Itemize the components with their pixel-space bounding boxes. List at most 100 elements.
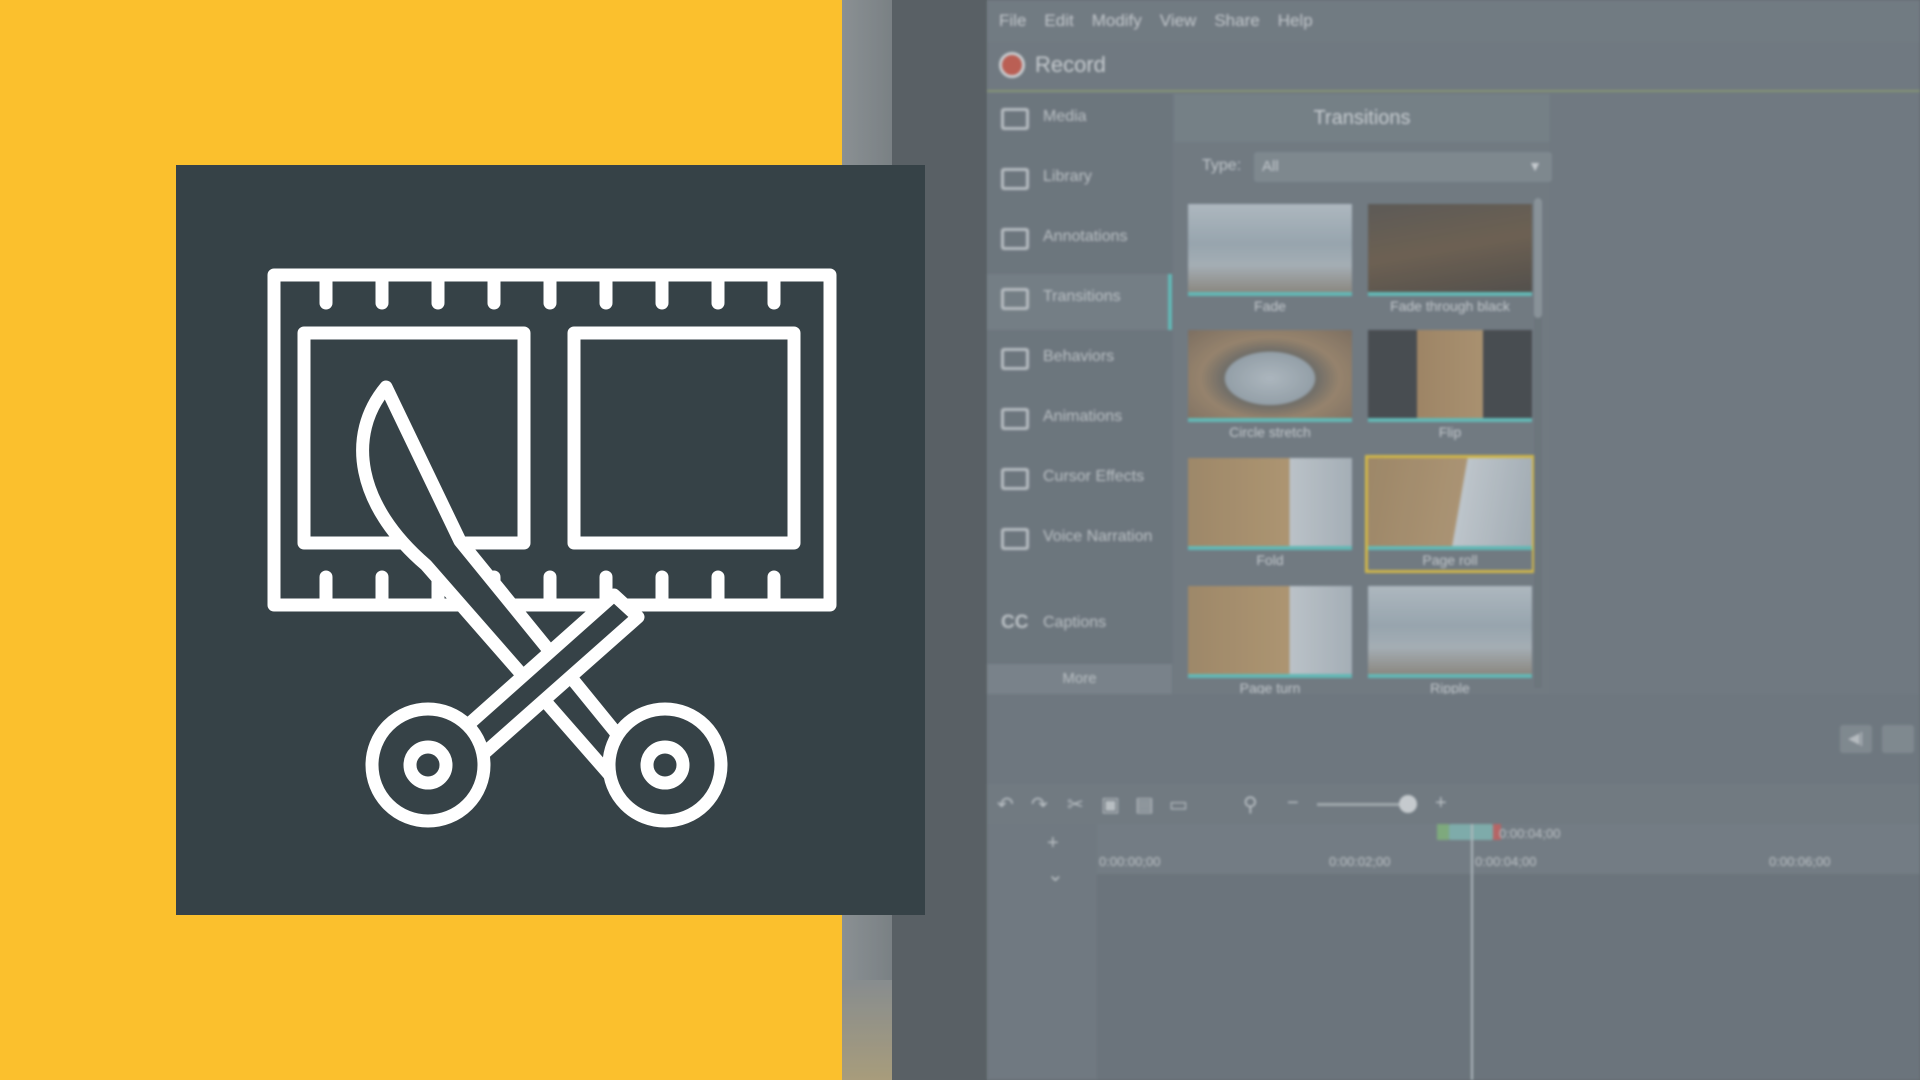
sidebar-item-animations[interactable]: Animations — [987, 394, 1172, 450]
transition-ripple[interactable]: Ripple — [1368, 586, 1532, 698]
library-icon — [1001, 168, 1029, 190]
transition-thumbnail — [1188, 586, 1352, 678]
menu-file[interactable]: File — [999, 11, 1026, 31]
transition-label: Fade through black — [1390, 298, 1510, 314]
step-back-icon: ◀| — [1848, 730, 1864, 747]
sidebar-item-transitions[interactable]: Transitions — [987, 274, 1172, 330]
cursor-effects-icon — [1001, 468, 1029, 490]
zoom-slider-handle[interactable] — [1399, 795, 1417, 813]
sidebar-item-label: Media — [1043, 108, 1087, 125]
step-back-button[interactable]: ◀| — [1840, 725, 1872, 753]
transitions-scrollbar[interactable] — [1534, 198, 1542, 688]
transitions-icon — [1001, 288, 1029, 310]
menu-help[interactable]: Help — [1278, 11, 1313, 31]
transition-label: Page roll — [1422, 552, 1478, 568]
playback-controls: ◀| — [1840, 725, 1920, 753]
transition-thumbnail — [1368, 458, 1532, 550]
sidebar-item-annotations[interactable]: Annotations — [987, 214, 1172, 270]
sidebar-item-label: Library — [1043, 168, 1092, 185]
add-track-icon[interactable]: + — [1047, 832, 1059, 855]
transition-label: Fade — [1254, 298, 1286, 314]
ruler-tick-label: 0:00:00;00 — [1099, 854, 1161, 869]
menu-view[interactable]: View — [1160, 11, 1197, 31]
media-icon — [1001, 108, 1029, 130]
menu-share[interactable]: Share — [1214, 11, 1259, 31]
sidebar-item-cursor-effects[interactable]: Cursor Effects — [987, 454, 1172, 510]
transition-thumbnail — [1368, 330, 1532, 422]
type-filter-row: Type: All ▼ — [1202, 152, 1552, 182]
canvas-preview — [1552, 94, 1920, 694]
paste-icon[interactable]: ▤ — [1135, 792, 1154, 817]
transition-thumbnail — [1188, 458, 1352, 550]
record-bar: Record — [987, 42, 1920, 92]
cut-icon[interactable]: ✂ — [1067, 792, 1084, 817]
transition-page-roll[interactable]: Page roll — [1365, 455, 1535, 573]
sidebar-item-label: Annotations — [1043, 228, 1128, 245]
transitions-panel: Transitions Type: All ▼ Fade Fade throug… — [1174, 94, 1552, 696]
microphone-icon — [1001, 528, 1029, 550]
transition-fade[interactable]: Fade — [1188, 204, 1352, 316]
undo-icon[interactable]: ↶ — [997, 792, 1014, 817]
record-button[interactable]: Record — [1035, 52, 1106, 78]
blurred-editor-photo: File Edit Modify View Share Help Record … — [842, 0, 1920, 1080]
animations-icon — [1001, 408, 1029, 430]
zoom-out-icon[interactable]: − — [1287, 792, 1299, 815]
panel-title: Transitions — [1174, 94, 1550, 142]
sidebar-item-captions[interactable]: CC Captions — [987, 600, 1172, 656]
ruler-tick-label: 0:00:02;00 — [1329, 854, 1391, 869]
sidebar-item-label: Captions — [1043, 614, 1107, 631]
transition-label: Circle stretch — [1229, 424, 1311, 440]
transition-circle-stretch[interactable]: Circle stretch — [1188, 330, 1352, 442]
transition-flip[interactable]: Flip — [1368, 330, 1532, 442]
sidebar-item-label: Animations — [1043, 408, 1123, 425]
sidebar-item-media[interactable]: Media — [987, 94, 1172, 150]
playhead[interactable] — [1471, 824, 1473, 1080]
transition-thumbnail — [1188, 330, 1352, 422]
menu-bar: File Edit Modify View Share Help — [987, 0, 1920, 42]
timeline: + ⌄ 0:00:00;00 0:00:02;00 0:00:04;00 0:0… — [987, 824, 1920, 1080]
type-label: Type: — [1202, 157, 1242, 174]
timeline-toolbar: ↶ ↷ ✂ ▣ ▤ ▭ ⚲ − + — [987, 784, 1920, 824]
type-select[interactable]: All ▼ — [1254, 152, 1552, 182]
zoom-in-icon[interactable]: + — [1435, 792, 1447, 815]
transition-page-turn[interactable]: Page turn — [1188, 586, 1352, 698]
transition-label: Fold — [1256, 552, 1284, 568]
desk-background — [842, 980, 892, 1080]
preview-controls-area — [987, 694, 1920, 784]
sidebar-item-voice-narration[interactable]: Voice Narration — [987, 514, 1172, 570]
transition-thumbnail — [1368, 204, 1532, 296]
transition-thumbnail — [1188, 204, 1352, 296]
film-strip-scissors-icon — [267, 268, 837, 828]
ruler-tick-label: 0:00:04;00 — [1475, 854, 1537, 869]
search-icon[interactable]: ⚲ — [1243, 792, 1258, 817]
transition-fade-through-black[interactable]: Fade through black — [1368, 204, 1532, 316]
ruler-tick-label: 0:00:06;00 — [1769, 854, 1831, 869]
captions-icon: CC — [1001, 612, 1029, 633]
more-button[interactable]: More — [987, 664, 1172, 694]
track-header-column: + ⌄ — [987, 824, 1097, 1080]
split-icon[interactable]: ▭ — [1169, 792, 1188, 817]
in-point-marker[interactable] — [1437, 824, 1449, 840]
scrollbar-thumb[interactable] — [1534, 198, 1542, 318]
hero-icon-card — [176, 165, 925, 915]
editor-screen: File Edit Modify View Share Help Record … — [987, 0, 1920, 1080]
sidebar-item-behaviors[interactable]: Behaviors — [987, 334, 1172, 390]
menu-edit[interactable]: Edit — [1044, 11, 1073, 31]
menu-modify[interactable]: Modify — [1092, 11, 1142, 31]
sidebar-item-library[interactable]: Library — [987, 154, 1172, 210]
chevron-down-icon[interactable]: ⌄ — [1047, 862, 1064, 887]
annotations-icon — [1001, 228, 1029, 250]
transition-fold[interactable]: Fold — [1188, 458, 1352, 570]
transition-thumbnail — [1368, 586, 1532, 678]
playhead-time: 0:00:04;00 — [1499, 826, 1561, 841]
transition-label: Flip — [1438, 424, 1462, 440]
sidebar-item-label: Cursor Effects — [1043, 468, 1145, 485]
record-icon[interactable] — [999, 52, 1025, 78]
sidebar-item-label: Transitions — [1043, 288, 1121, 305]
type-select-value: All — [1262, 158, 1279, 175]
redo-icon[interactable]: ↷ — [1031, 792, 1048, 817]
sidebar-item-label: Behaviors — [1043, 348, 1115, 365]
next-button[interactable] — [1882, 725, 1914, 753]
track-area[interactable] — [1097, 874, 1920, 1080]
copy-icon[interactable]: ▣ — [1101, 792, 1120, 817]
